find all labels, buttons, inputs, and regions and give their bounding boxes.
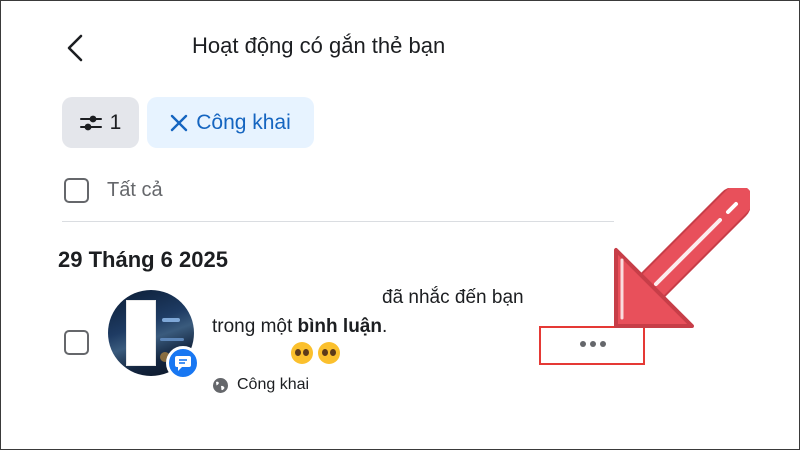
redaction-block — [126, 300, 156, 366]
avatar-detail — [160, 338, 184, 341]
divider — [62, 221, 614, 222]
sliders-icon — [79, 115, 102, 130]
privacy-indicator: Công khai — [212, 376, 309, 394]
notification-text-line1: đã nhắc đến bạn — [382, 287, 524, 308]
select-all-checkbox[interactable] — [64, 178, 89, 203]
notification-text-suffix: . — [381, 316, 388, 337]
avatar-detail — [162, 318, 180, 322]
emoji-line — [291, 342, 340, 364]
date-heading: 29 Tháng 6 2025 — [58, 247, 228, 272]
close-icon[interactable] — [170, 114, 188, 132]
select-all-row[interactable]: Tất cả — [64, 178, 163, 203]
pleading-face-emoji-icon — [318, 342, 340, 364]
back-button[interactable] — [58, 30, 92, 66]
privacy-filter-label: Công khai — [196, 110, 291, 134]
select-all-label: Tất cả — [107, 179, 163, 201]
notification-text-prefix: trong một — [212, 316, 298, 337]
arrow-pointer-icon — [614, 188, 750, 328]
page-title: Hoạt động có gắn thẻ bạn — [192, 33, 446, 58]
avatar[interactable] — [108, 290, 200, 380]
filter-count: 1 — [109, 110, 122, 134]
comment-badge — [166, 346, 200, 380]
privacy-label: Công khai — [237, 376, 310, 393]
pleading-face-emoji-icon — [291, 342, 313, 364]
privacy-filter-chip[interactable]: Công khai — [147, 97, 314, 148]
comment-link[interactable]: bình luận — [298, 316, 382, 337]
item-checkbox[interactable] — [64, 330, 89, 355]
notification-text-line2[interactable]: trong một bình luận. — [212, 316, 387, 338]
more-horizontal-icon — [580, 341, 606, 347]
filter-settings-button[interactable]: 1 — [62, 97, 139, 148]
chevron-left-icon — [67, 34, 83, 62]
comment-icon — [175, 355, 191, 371]
globe-icon — [213, 377, 228, 393]
